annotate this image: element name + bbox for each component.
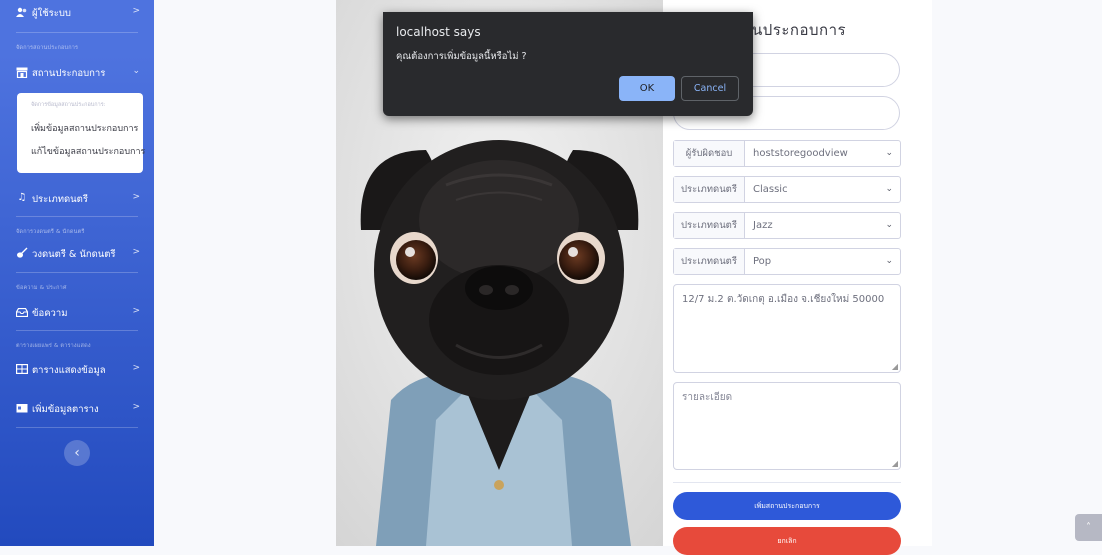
sidebar-item-label: วงดนตรี & นักดนตรี (32, 249, 116, 260)
submit-button-label: เพิ่มสถานประกอบการ (754, 501, 820, 510)
chevron-down-icon: ⌄ (885, 184, 893, 194)
chevron-down-icon: ⌄ (885, 220, 893, 230)
music-type-label: ประเภทดนตรี (674, 213, 745, 238)
sidebar-item-venue[interactable]: สถานประกอบการ ⌄ (0, 63, 154, 83)
chevron-right-icon: > (132, 402, 140, 412)
calendar-plus-icon (16, 402, 28, 414)
music-type-value: Jazz (753, 220, 773, 231)
sidebar-heading-venue: จัดการสถานประกอบการ (16, 45, 79, 51)
dialog-cancel-button[interactable]: Cancel (681, 76, 739, 101)
owner-select[interactable]: ผู้รับผิดชอบ hoststoregoodview ⌄ (673, 140, 901, 167)
music-type-select-1[interactable]: ประเภทดนตรี Classic ⌄ (673, 176, 901, 203)
chevron-down-icon: ⌄ (885, 256, 893, 266)
submit-venue-button[interactable]: เพิ่มสถานประกอบการ (673, 492, 901, 520)
submenu-item-edit-venue[interactable]: แก้ไขข้อมูลสถานประกอบการ (31, 144, 145, 158)
sidebar-divider (16, 427, 138, 428)
sidebar-item-label: สถานประกอบการ (32, 68, 106, 79)
chevron-left-icon: ‹ (74, 445, 80, 461)
sidebar-heading-message: ข้อความ & ประกาศ (16, 285, 67, 291)
dialog-ok-button[interactable]: OK (619, 76, 675, 101)
confirm-dialog: localhost says คุณต้องการเพิ่มข้อมูลนี้ห… (383, 12, 753, 116)
details-placeholder: รายละเอียด (682, 392, 733, 403)
sidebar: ผู้ใช้ระบบ > จัดการสถานประกอบการ สถานประ… (0, 0, 154, 546)
submenu-header: จัดการข้อมูลสถานประกอบการ: (31, 102, 106, 108)
chevron-down-icon: ⌄ (132, 66, 140, 76)
form-divider (673, 482, 901, 483)
sidebar-divider (16, 272, 138, 273)
sidebar-item-band[interactable]: วงดนตรี & นักดนตรี > (0, 244, 154, 264)
table-icon (16, 363, 28, 375)
address-textarea[interactable]: 12/7 ม.2 ต.วัดเกตุ อ.เมือง จ.เชียงใหม่ 5… (673, 284, 901, 373)
guitar-icon (16, 247, 28, 259)
sidebar-toggle-button[interactable]: ‹ (64, 440, 90, 466)
chevron-right-icon: > (132, 363, 140, 373)
sidebar-item-add-table[interactable]: เพิ่มข้อมูลตาราง > (0, 399, 154, 419)
users-icon (16, 6, 28, 18)
sidebar-divider (16, 32, 138, 33)
dialog-title: localhost says (396, 25, 481, 39)
chevron-right-icon: > (132, 6, 140, 16)
owner-label: ผู้รับผิดชอบ (674, 141, 745, 166)
music-type-select-3[interactable]: ประเภทดนตรี Pop ⌄ (673, 248, 901, 275)
resize-handle-icon[interactable]: ◢ (892, 459, 898, 468)
chevron-right-icon: > (132, 192, 140, 202)
cancel-button[interactable]: ยกเลิก (673, 527, 901, 555)
venue-submenu: จัดการข้อมูลสถานประกอบการ: เพิ่มข้อมูลสถ… (17, 93, 145, 173)
chevron-up-icon: ˄ (1086, 522, 1091, 533)
submenu-item-add-venue[interactable]: เพิ่มข้อมูลสถานประกอบการ (31, 121, 138, 135)
music-type-label: ประเภทดนตรี (674, 177, 745, 202)
sidebar-heading-table: ตารางเผยแพร่ & ตารางแสดง (16, 343, 91, 349)
music-icon: ♫ (17, 192, 27, 203)
music-type-select-2[interactable]: ประเภทดนตรี Jazz ⌄ (673, 212, 901, 239)
store-icon (16, 66, 28, 78)
sidebar-item-users[interactable]: ผู้ใช้ระบบ > (0, 3, 154, 23)
music-type-label: ประเภทดนตรี (674, 249, 745, 274)
inbox-icon (16, 306, 28, 318)
sidebar-item-label: ตารางแสดงข้อมูล (32, 365, 106, 376)
music-type-value: Pop (753, 256, 772, 267)
sidebar-item-label: เพิ่มข้อมูลตาราง (32, 404, 99, 415)
page-title: นประกอบการ (752, 21, 847, 39)
chevron-right-icon: > (132, 306, 140, 316)
sidebar-item-label: ข้อความ (32, 308, 68, 319)
sidebar-item-message[interactable]: ข้อความ > (0, 303, 154, 323)
address-value: 12/7 ม.2 ต.วัดเกตุ อ.เมือง จ.เชียงใหม่ 5… (682, 294, 885, 305)
sidebar-heading-band: จัดการวงดนตรี & นักดนตรี (16, 229, 85, 235)
resize-handle-icon[interactable]: ◢ (892, 362, 898, 371)
scroll-to-top-button[interactable]: ˄ (1075, 514, 1102, 541)
music-type-value: Classic (753, 184, 788, 195)
chevron-right-icon: > (132, 247, 140, 257)
sidebar-item-label: ประเภทดนตรี (32, 194, 88, 205)
owner-value: hoststoregoodview (753, 148, 848, 159)
sidebar-divider (16, 330, 138, 331)
sidebar-item-table[interactable]: ตารางแสดงข้อมูล > (0, 360, 154, 380)
sidebar-item-label: ผู้ใช้ระบบ (32, 8, 71, 19)
sidebar-divider (16, 216, 138, 217)
sidebar-item-music-type[interactable]: ♫ ประเภทดนตรี > (0, 189, 154, 209)
chevron-down-icon: ⌄ (885, 148, 893, 158)
cancel-button-label: ยกเลิก (777, 536, 797, 545)
dialog-message: คุณต้องการเพิ่มข้อมูลนี้หรือไม่ ? (396, 51, 527, 62)
details-textarea[interactable]: รายละเอียด ◢ (673, 382, 901, 470)
